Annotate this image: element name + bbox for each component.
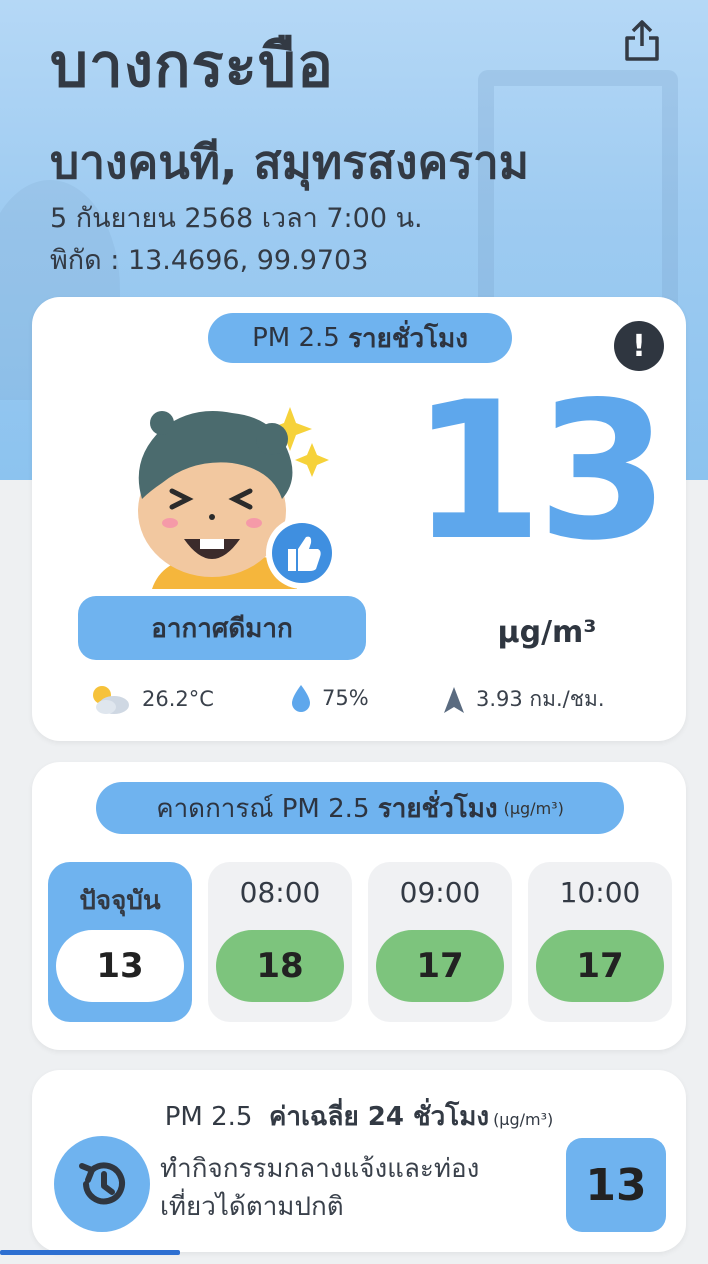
pill-bold: รายชั่วโมง xyxy=(348,323,468,354)
average-title-bold: ค่าเฉลี่ย 24 ชั่วโมง xyxy=(268,1102,490,1132)
average-title: PM 2.5 ค่าเฉลี่ย 24 ชั่วโมง (µg/m³) xyxy=(32,1096,686,1137)
average-advice-line1: ทำกิจกรรมกลางแจ้งและท่อง xyxy=(160,1154,480,1184)
landmark-silhouette xyxy=(478,70,678,330)
average-title-prefix: PM 2.5 xyxy=(164,1102,261,1132)
wind-direction-icon xyxy=(444,686,464,713)
air-quality-status-button[interactable]: อากาศดีมาก xyxy=(78,596,366,660)
humidity-value: 75% xyxy=(322,686,369,710)
forecast-slot-time: 08:00 xyxy=(239,876,321,909)
history-icon[interactable] xyxy=(54,1136,150,1232)
humidity-readout: 75% xyxy=(290,683,369,713)
pill-prefix: PM 2.5 xyxy=(252,323,340,353)
temperature-readout: 26.2°C xyxy=(88,683,214,715)
pm25-unit: µg/m³ xyxy=(497,615,597,650)
partly-cloudy-icon xyxy=(93,686,129,714)
forecast-slot-value: 13 xyxy=(56,930,184,1002)
forecast-pill-bold: รายชั่วโมง xyxy=(377,793,498,824)
forecast-slot-time: ปัจจุบัน xyxy=(79,886,161,916)
average-value: 13 xyxy=(566,1138,666,1232)
forecast-slot-time: 10:00 xyxy=(559,876,641,909)
forecast-slot-value: 17 xyxy=(376,930,504,1002)
wind-readout: 3.93 กม./ชม. xyxy=(442,683,605,716)
forecast-slot-time: 09:00 xyxy=(399,876,481,909)
wind-value: 3.93 กม./ชม. xyxy=(476,687,605,711)
forecast-pill-prefix: คาดการณ์ PM 2.5 xyxy=(156,793,370,824)
forecast-slot[interactable]: 09:00 17 xyxy=(368,862,512,1022)
water-drop-icon xyxy=(292,685,310,712)
page-title: บางกระบือ xyxy=(50,31,334,101)
share-icon[interactable] xyxy=(622,18,662,62)
pm25-hourly-pill: PM 2.5 รายชั่วโมง xyxy=(208,313,512,363)
forecast-pill: คาดการณ์ PM 2.5 รายชั่วโมง (µg/m³) xyxy=(96,782,624,834)
scroll-indicator xyxy=(0,1250,180,1255)
forecast-slot-current[interactable]: ปัจจุบัน 13 xyxy=(48,862,192,1022)
forecast-pill-unit: (µg/m³) xyxy=(503,798,564,818)
pm25-value: 13 xyxy=(410,361,669,582)
timestamp: 5 กันยายน 2568 เวลา 7:00 น. xyxy=(50,203,423,234)
location-subtitle: บางคนที, สมุทรสงคราม xyxy=(50,135,530,189)
forecast-slot[interactable]: 10:00 17 xyxy=(528,862,672,1022)
forecast-slot-value: 18 xyxy=(216,930,344,1002)
average-advice-line2: เที่ยวได้ตามปกติ xyxy=(160,1192,344,1222)
forecast-slot[interactable]: 08:00 18 xyxy=(208,862,352,1022)
coordinates: พิกัด : 13.4696, 99.9703 xyxy=(50,245,369,276)
mascot-happy-icon xyxy=(138,407,338,589)
average-title-unit: (µg/m³) xyxy=(493,1110,554,1129)
pm25-forecast-card: คาดการณ์ PM 2.5 รายชั่วโมง (µg/m³) ปัจจุบ… xyxy=(32,762,686,1050)
average-advice: ทำกิจกรรมกลางแจ้งและท่อง เที่ยวได้ตามปกต… xyxy=(160,1150,560,1226)
temperature-value: 26.2°C xyxy=(142,687,214,711)
pm25-hourly-card: PM 2.5 รายชั่วโมง ! อากาศดีมาก 13 µg/m³ xyxy=(32,297,686,741)
forecast-slot-value: 17 xyxy=(536,930,664,1002)
pm25-24h-average-card: PM 2.5 ค่าเฉลี่ย 24 ชั่วโมง (µg/m³) ทำกิจ… xyxy=(32,1070,686,1252)
